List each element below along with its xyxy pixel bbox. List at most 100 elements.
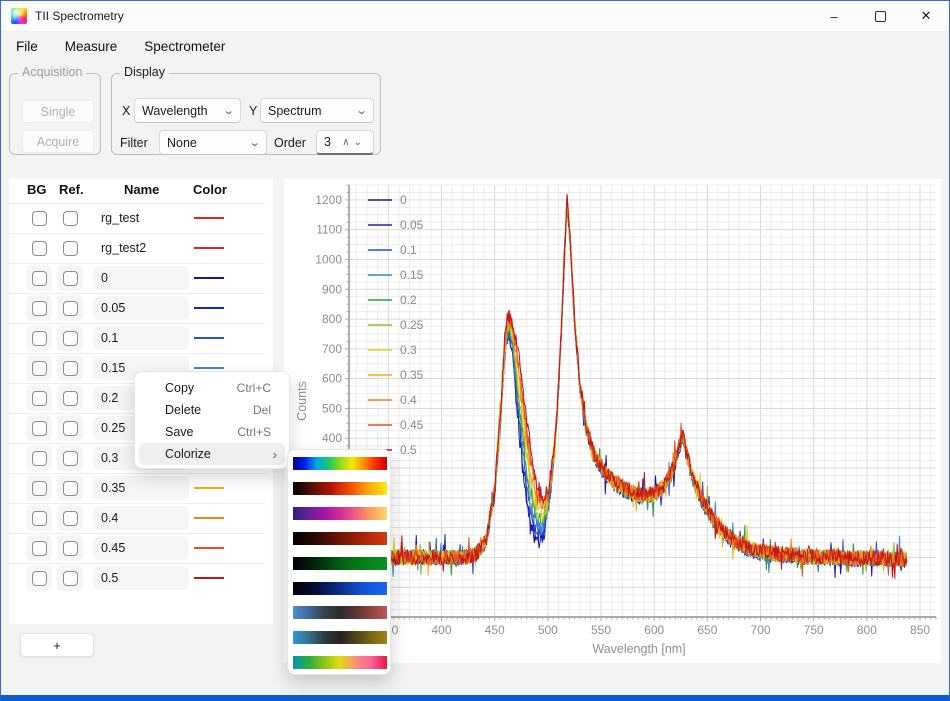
ref-checkbox[interactable] xyxy=(63,571,78,586)
svg-text:500: 500 xyxy=(322,401,342,415)
ref-checkbox[interactable] xyxy=(63,271,78,286)
series-color-line[interactable] xyxy=(194,517,224,519)
series-name[interactable]: 0.45 xyxy=(101,541,125,555)
bg-checkbox[interactable] xyxy=(32,331,47,346)
series-name[interactable]: 0.15 xyxy=(101,361,125,375)
table-row[interactable]: 0.1 xyxy=(9,323,273,353)
bg-checkbox[interactable] xyxy=(32,421,47,436)
order-stepper[interactable]: 3 ∧⌄ xyxy=(316,130,374,155)
context-menu-item-colorize[interactable]: Colorize› xyxy=(139,443,285,465)
svg-text:0.1: 0.1 xyxy=(400,243,417,257)
context-menu-item-copy[interactable]: CopyCtrl+C xyxy=(139,377,285,399)
series-color-line[interactable] xyxy=(194,337,224,339)
bg-checkbox[interactable] xyxy=(32,211,47,226)
series-color-line[interactable] xyxy=(194,277,224,279)
table-row[interactable]: 0.4 xyxy=(9,503,273,533)
row-separator xyxy=(9,263,265,264)
svg-text:800: 800 xyxy=(857,623,877,637)
svg-text:1000: 1000 xyxy=(315,252,342,266)
bg-checkbox[interactable] xyxy=(32,241,47,256)
bg-checkbox[interactable] xyxy=(32,361,47,376)
table-header: BG Ref. Name Color xyxy=(9,179,273,203)
single-button[interactable]: Single xyxy=(22,100,94,123)
bg-checkbox[interactable] xyxy=(32,451,47,466)
ref-checkbox[interactable] xyxy=(63,511,78,526)
colormap-swatch-black-green[interactable] xyxy=(293,557,387,570)
row-separator xyxy=(9,323,265,324)
display-group-label: Display xyxy=(120,65,169,79)
table-row[interactable]: rg_test xyxy=(9,203,273,233)
series-color-line[interactable] xyxy=(194,547,224,549)
series-color-line[interactable] xyxy=(194,367,224,369)
series-color-line[interactable] xyxy=(194,217,224,219)
series-color-line[interactable] xyxy=(194,577,224,579)
ref-checkbox[interactable] xyxy=(63,211,78,226)
series-name[interactable]: 0.25 xyxy=(101,421,125,435)
menu-spectrometer[interactable]: Spectrometer xyxy=(144,39,225,54)
bg-checkbox[interactable] xyxy=(32,511,47,526)
colormap-swatch-black-red[interactable] xyxy=(293,532,387,545)
maximize-button[interactable] xyxy=(857,1,903,31)
menu-file[interactable]: File xyxy=(16,39,38,54)
app-icon xyxy=(11,8,27,24)
series-name[interactable]: 0 xyxy=(101,271,108,285)
table-row[interactable]: rg_test2 xyxy=(9,233,273,263)
ref-checkbox[interactable] xyxy=(63,421,78,436)
title-bar[interactable]: TII Spectrometry – ✕ xyxy=(1,1,949,31)
header-bg: BG xyxy=(27,182,47,197)
series-name[interactable]: 0.35 xyxy=(101,481,125,495)
bg-checkbox[interactable] xyxy=(32,301,47,316)
y-axis-select[interactable]: Spectrum ⌄ xyxy=(260,98,374,123)
bg-checkbox[interactable] xyxy=(32,391,47,406)
series-name[interactable]: 0.2 xyxy=(101,391,118,405)
ref-checkbox[interactable] xyxy=(63,241,78,256)
bg-checkbox[interactable] xyxy=(32,541,47,556)
table-row[interactable]: 0.45 xyxy=(9,533,273,563)
add-series-button[interactable]: + xyxy=(20,633,94,657)
colormap-swatch-blue-dark-red[interactable] xyxy=(293,606,387,619)
table-row[interactable]: 0.5 xyxy=(9,563,273,593)
ref-checkbox[interactable] xyxy=(63,481,78,496)
series-color-line[interactable] xyxy=(194,487,224,489)
menu-measure[interactable]: Measure xyxy=(65,39,118,54)
series-color-line[interactable] xyxy=(194,307,224,309)
minimize-icon: – xyxy=(830,9,837,24)
colormap-swatch-rainbow-light[interactable] xyxy=(293,656,387,669)
svg-text:0.45: 0.45 xyxy=(400,418,424,432)
svg-text:0.3: 0.3 xyxy=(400,343,417,357)
header-ref: Ref. xyxy=(59,182,84,197)
table-row[interactable]: 0.35 xyxy=(9,473,273,503)
minimize-button[interactable]: – xyxy=(811,1,857,31)
bg-checkbox[interactable] xyxy=(32,271,47,286)
series-name[interactable]: 0.1 xyxy=(101,331,118,345)
series-name[interactable]: 0.4 xyxy=(101,511,118,525)
x-axis-select[interactable]: Wavelength ⌄ xyxy=(134,98,241,123)
series-name[interactable]: 0.05 xyxy=(101,301,125,315)
colormap-swatch-cyan-dark-olive[interactable] xyxy=(293,631,387,644)
svg-text:400: 400 xyxy=(432,623,452,637)
ref-checkbox[interactable] xyxy=(63,391,78,406)
close-button[interactable]: ✕ xyxy=(903,1,949,31)
ref-checkbox[interactable] xyxy=(63,451,78,466)
spinner-up-down-icons[interactable]: ∧⌄ xyxy=(342,137,366,148)
bg-checkbox[interactable] xyxy=(32,571,47,586)
colormap-swatch-jet[interactable] xyxy=(293,457,387,470)
context-menu-item-delete[interactable]: DeleteDel xyxy=(139,399,285,421)
context-menu-item-save[interactable]: SaveCtrl+S xyxy=(139,421,285,443)
bg-checkbox[interactable] xyxy=(32,481,47,496)
acquire-button[interactable]: Acquire xyxy=(22,130,94,153)
ref-checkbox[interactable] xyxy=(63,331,78,346)
table-row[interactable]: 0.05 xyxy=(9,293,273,323)
table-row[interactable]: 0 xyxy=(9,263,273,293)
svg-text:0.25: 0.25 xyxy=(400,318,424,332)
colormap-swatch-hot[interactable] xyxy=(293,482,387,495)
colormap-swatch-black-blue[interactable] xyxy=(293,582,387,595)
ref-checkbox[interactable] xyxy=(63,301,78,316)
filter-select[interactable]: None ⌄ xyxy=(159,130,267,155)
ref-checkbox[interactable] xyxy=(63,541,78,556)
series-name[interactable]: 0.5 xyxy=(101,571,118,585)
series-color-line[interactable] xyxy=(194,247,224,249)
ref-checkbox[interactable] xyxy=(63,361,78,376)
series-name[interactable]: 0.3 xyxy=(101,451,118,465)
colormap-swatch-plasma[interactable] xyxy=(293,507,387,520)
